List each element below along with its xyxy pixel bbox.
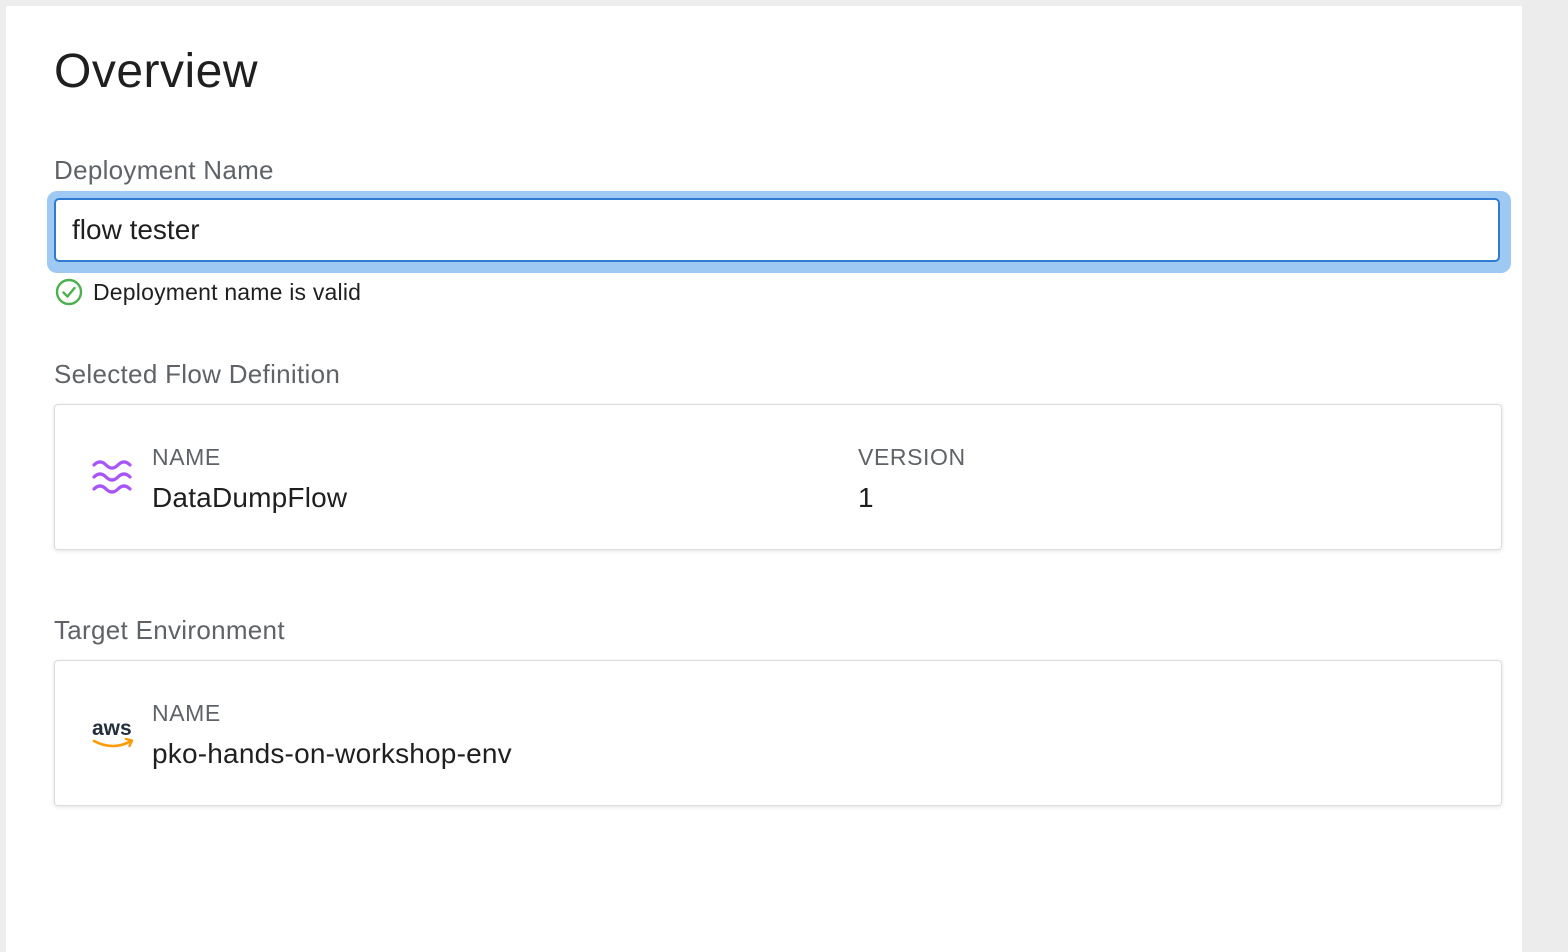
flow-definition-label: Selected Flow Definition bbox=[54, 359, 341, 389]
page-title: Overview bbox=[54, 45, 259, 98]
overview-panel: Overview Deployment Name Deployment name… bbox=[6, 6, 1522, 952]
flow-version-value: 1 bbox=[858, 482, 874, 513]
aws-logo-text: aws bbox=[92, 717, 132, 740]
environment-name-field: NAME pko-hands-on-workshop-env bbox=[152, 699, 512, 771]
flow-name-value: DataDumpFlow bbox=[152, 482, 348, 513]
flow-name-header: NAME bbox=[152, 444, 221, 470]
environment-name-value: pko-hands-on-workshop-env bbox=[152, 738, 512, 769]
flow-version-field: VERSION 1 bbox=[858, 443, 966, 515]
validation-message: Deployment name is valid bbox=[93, 278, 362, 305]
environment-name-header: NAME bbox=[152, 700, 221, 726]
aws-logo-icon: aws bbox=[91, 713, 134, 753]
target-environment-label: Target Environment bbox=[54, 615, 285, 645]
deployment-name-label: Deployment Name bbox=[54, 155, 274, 185]
check-circle-icon bbox=[55, 278, 83, 306]
target-environment-card: aws NAME pko-hands-on-workshop-env bbox=[54, 660, 1502, 806]
flow-definition-card: NAME DataDumpFlow VERSION 1 bbox=[54, 404, 1502, 550]
deployment-name-input[interactable] bbox=[54, 198, 1500, 262]
scrollbar-track[interactable] bbox=[1522, 0, 1568, 952]
waves-icon bbox=[91, 457, 133, 497]
deployment-name-focus-ring bbox=[47, 191, 1511, 273]
flow-version-header: VERSION bbox=[858, 444, 966, 470]
flow-name-field: NAME DataDumpFlow bbox=[152, 443, 347, 515]
deployment-name-validation: Deployment name is valid bbox=[55, 274, 361, 310]
